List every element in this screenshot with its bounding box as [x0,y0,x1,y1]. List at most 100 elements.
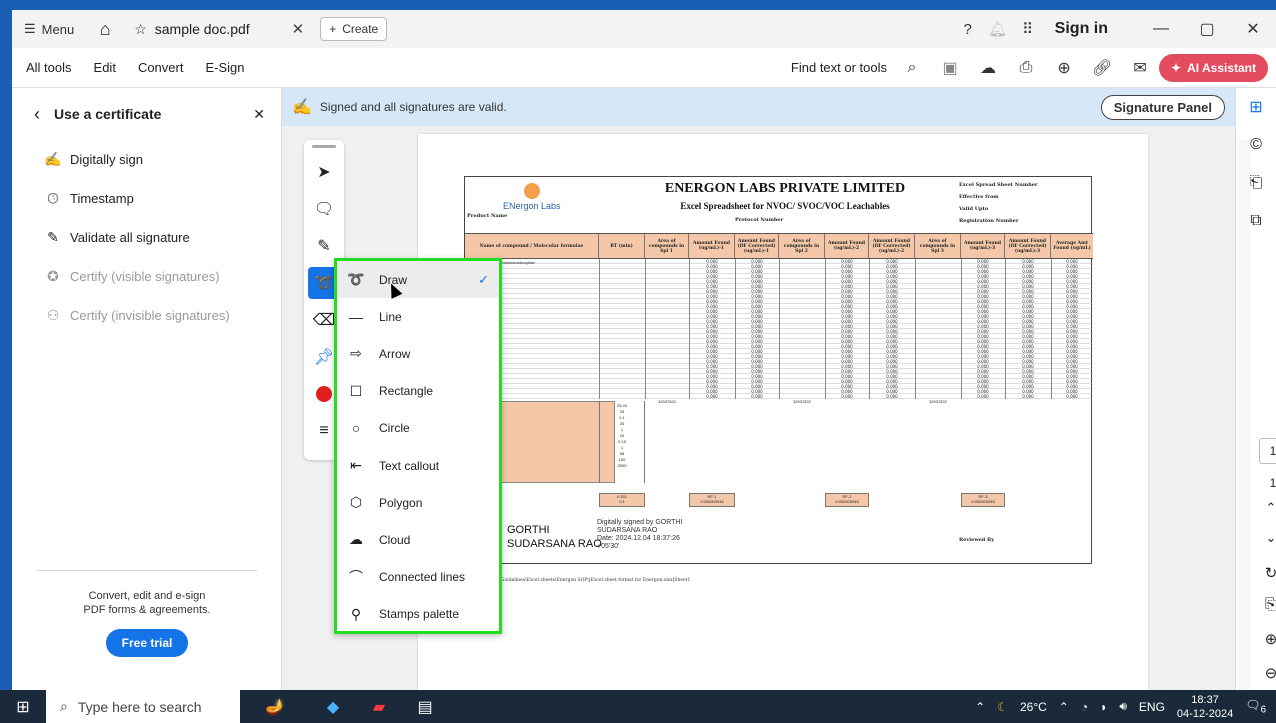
menu-esign[interactable]: E-Sign [194,60,255,75]
value-column: 0.000 0.000 0.000 0.000 0.000 0.000 0.000 0.000… [961,259,1005,399]
menu-all-tools[interactable]: All tools [12,60,83,75]
validate-signature-item[interactable]: ✎ Validate all signature [12,218,281,257]
digitally-sign-item[interactable]: ✍ Digitally sign [12,140,281,179]
menu-item-stamps-palette[interactable]: ⚲ Stamps palette [337,596,499,633]
company-title: ENERGON LABS PRIVATE LIMITED [664,181,906,196]
draw-tools-menu: ➰ Draw ✓ — Line ⇨ Arrow ☐ Rectangle ○ Circle ⇤ Text … [334,258,502,634]
menu-item-draw[interactable]: ➰ Draw ✓ [337,261,499,299]
menu-label: Menu [41,21,75,37]
digital-signature-info[interactable]: Digitally signed by GORTHI SUDARSANA RAO… [597,519,682,551]
create-button[interactable]: + Create [320,17,388,41]
menu-item-line[interactable]: — Line [337,298,499,335]
protocol-number-label: Protocol Number [735,217,784,223]
home-icon[interactable]: ⌂ [86,19,124,40]
select-tool-icon[interactable]: ➤ [308,156,340,188]
vertical-scrollbar[interactable] [1238,140,1250,698]
rf-value: 0.000000046 [835,499,859,504]
menu-item-polygon[interactable]: ⬡ Polygon [337,484,499,521]
value-column: 0.000 0.000 0.000 0.000 0.000 0.000 0.000 0.000… [1005,259,1051,399]
close-window-icon[interactable]: ✕ [1230,19,1276,39]
edit-pdf-icon[interactable]: ⊞ [1236,88,1276,126]
value-cell: 0.000 [706,394,718,399]
toolbar-grip[interactable] [312,145,336,148]
bell-icon[interactable]: 🔔︎ [983,20,1013,38]
help-icon[interactable]: ? [953,21,983,38]
menu-item-circle[interactable]: ○ Circle [337,410,499,447]
notifications-icon[interactable]: 🗨︎6 [1245,698,1266,715]
timestamp-icon: 🕓︎ [47,190,59,206]
comment-tool-icon[interactable]: 🗨︎ [308,193,340,225]
menu-convert[interactable]: Convert [127,60,195,75]
menu-item-text-callout[interactable]: ⇤ Text callout [337,447,499,484]
signature-status-text: Signed and all signatures are valid. [319,100,507,114]
acrobat-icon[interactable]: ▰ [356,697,402,717]
timestamp-item[interactable]: 🕓︎ Timestamp [12,179,281,218]
zoom-out-icon[interactable]: ⊖ [1256,664,1276,682]
wifi-icon[interactable]: ◗ [1100,700,1107,714]
ai-sparkle-icon: ✦ [1171,60,1182,75]
pen-hand-icon: ✍ [44,151,62,167]
clock[interactable]: 18:37 04-12-2024 [1177,693,1233,721]
menu-item-arrow[interactable]: ⇨ Arrow [337,335,499,372]
search-icon[interactable]: ⌕ [893,59,931,77]
scroll-up-icon[interactable]: ⌃ [1256,500,1276,516]
menu-item-connected-lines[interactable]: ⌒ Connected lines [337,559,499,596]
certify-invisible-icon: ⚇ [46,307,60,323]
header-cell: Amount Found (ug/mL)-2 [825,234,869,258]
sign-info-line: Date: 2024.12.04 18:37:26 [597,535,680,542]
sign-in-button[interactable]: Sign in [1055,20,1108,38]
value-column: 0.000 0.000 0.000 0.000 0.000 0.000 0.000 0.000… [1051,259,1093,399]
star-icon[interactable]: ☆ [134,21,147,38]
volume-icon[interactable]: 🔊︎ [1119,699,1127,714]
minimize-icon[interactable]: — [1138,20,1184,38]
link-icon[interactable]: 🔗︎ [1083,58,1121,78]
spreadsheet-document: ENergon Labs Product Name ENERGON LABS P… [464,176,1093,564]
menu-item-cloud[interactable]: ☁ Cloud [337,521,499,558]
language-indicator[interactable]: ENG [1139,700,1165,714]
checkmark-icon: ✓ [478,271,489,287]
app-diamond-icon[interactable]: ◆ [310,697,356,717]
free-trial-button[interactable]: Free trial [105,629,189,657]
timestamp-label: Timestamp [70,191,134,206]
signature-panel-button[interactable]: Signature Panel [1100,94,1225,120]
print-icon[interactable]: ⎙ [1007,59,1045,77]
refresh-icon[interactable]: ↻ [1256,564,1276,582]
menu-button[interactable]: ☰ Menu [12,21,86,37]
apps-grid-icon[interactable]: ⠿ [1013,20,1043,38]
company-logo: ENergon Labs [503,183,561,211]
page-number-input[interactable]: 1 [1259,438,1276,464]
back-arrow-icon[interactable]: ‹ [34,104,40,125]
close-panel-icon[interactable]: ✕ [253,106,265,123]
tray-chevron-icon[interactable]: ⌃ [975,700,985,714]
menu-item-rectangle[interactable]: ☐ Rectangle [337,373,499,410]
network-icon[interactable]: ◔ [1081,700,1088,714]
maximize-icon[interactable]: ▢ [1184,19,1230,39]
save-icon[interactable]: ▣ [931,58,969,78]
weather-icon[interactable]: ☾ [997,700,1008,714]
scroll-down-icon[interactable]: ⌄ [1256,530,1276,546]
taskbar-search[interactable]: ⌕ Type here to search [46,690,240,723]
temperature[interactable]: 26°C [1020,700,1047,714]
signer-name: GORTHI SUDARSANA RAO [507,523,602,551]
ai-assistant-button[interactable]: ✦ AI Assistant [1159,53,1268,82]
upload-cloud-icon[interactable]: ☁ [969,58,1007,78]
rf-cell: RF-3 0.000000046 [961,493,1005,507]
mail-icon[interactable]: ✉ [1121,58,1159,78]
search-zoom-icon[interactable]: ⊕ [1045,58,1083,78]
menu-edit[interactable]: Edit [83,60,127,75]
close-tab-icon[interactable]: ✕ [292,20,305,38]
upsell-line-1: Convert, edit and e-sign [88,590,206,602]
find-label[interactable]: Find text or tools [791,60,887,75]
zoom-in-icon[interactable]: ⊕ [1256,630,1276,648]
text-callout-icon: ⇤ [350,457,362,474]
tray-up-icon[interactable]: ⌃ [1059,700,1069,714]
ai-assistant-label: AI Assistant [1187,60,1256,75]
festival-icon[interactable]: 🪔 [240,697,310,717]
certify-invisible-label: Certify (invisible signatures) [70,308,230,323]
save-file-icon[interactable]: ⎘ [1256,596,1276,613]
windows-start-icon[interactable]: ⊞ [0,690,46,723]
plus-icon: + [329,22,337,36]
menu-item-label: Connected lines [379,570,466,585]
document-tab[interactable]: ☆ sample doc.pdf ✕ [124,14,314,44]
photos-icon[interactable]: ▤ [402,697,448,717]
